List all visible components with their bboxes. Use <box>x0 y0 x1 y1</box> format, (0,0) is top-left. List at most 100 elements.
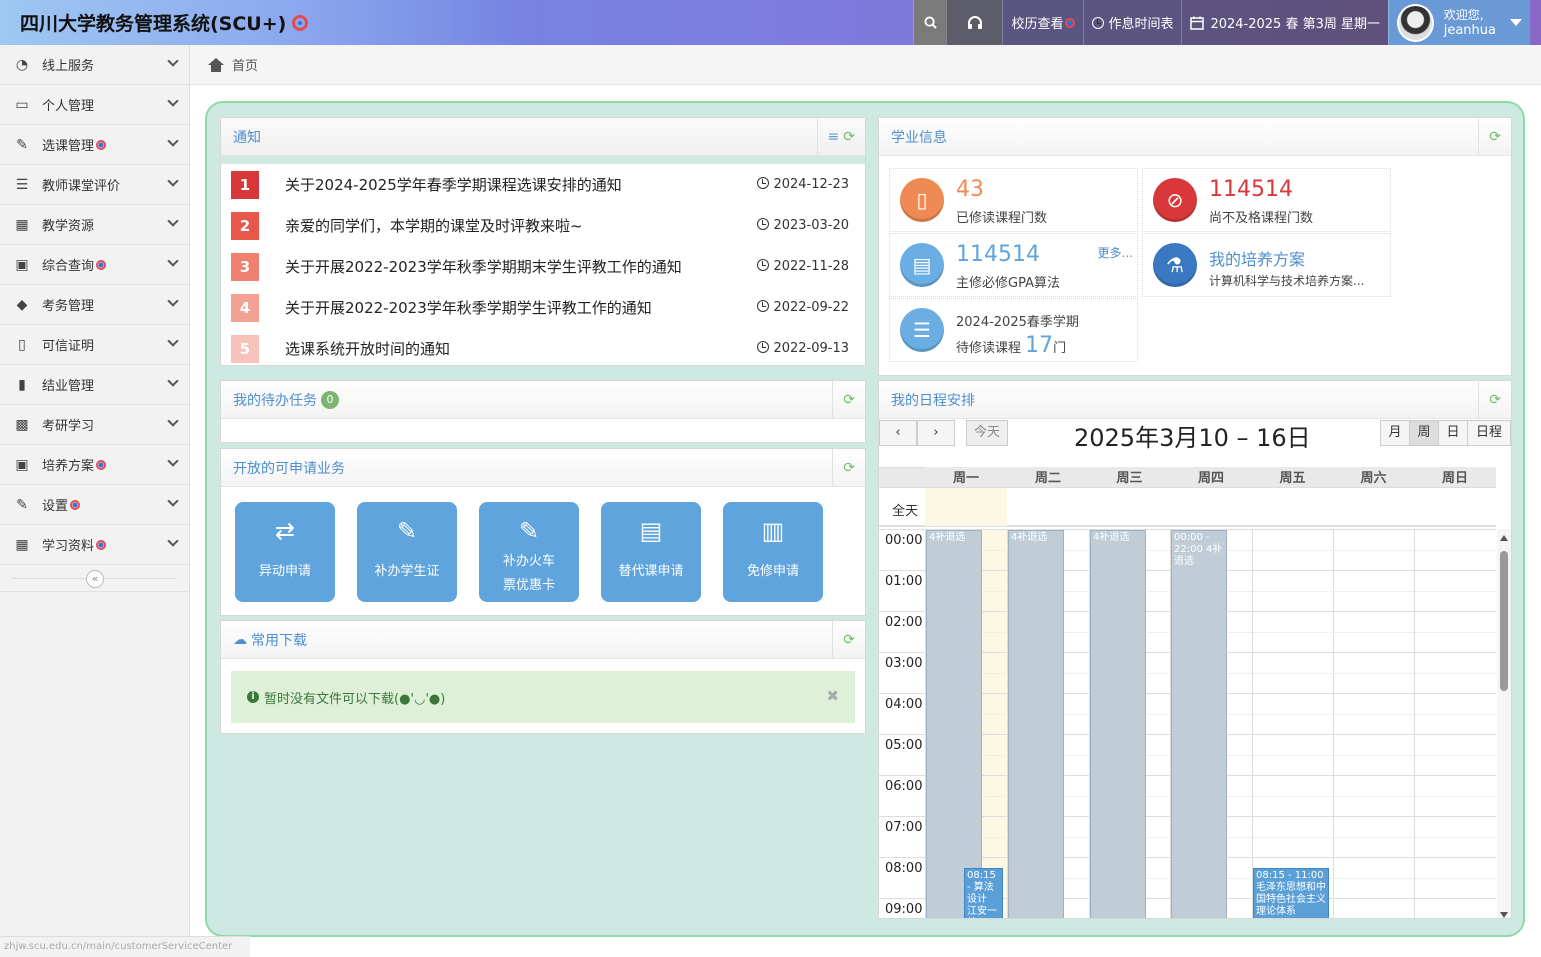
plan-title[interactable]: 我的培养方案 <box>1209 246 1305 270</box>
list-toggle-icon[interactable]: ≡ <box>828 129 840 145</box>
breadcrumb: 首页 <box>190 45 1541 85</box>
view-month-button[interactable]: 月 <box>1380 420 1410 446</box>
dashboard-icon: ◔ <box>15 56 29 73</box>
notice-title[interactable]: 关于2024-2025学年春季学期课程选课安排的通知 <box>285 174 622 195</box>
service-transfer-button[interactable]: ⇄ 异动申请 <box>235 502 335 602</box>
view-day-button[interactable]: 日 <box>1438 420 1468 446</box>
event-text: 4补退选 <box>1011 532 1048 543</box>
search-button[interactable] <box>913 0 947 45</box>
service-substitute-course-button[interactable]: ▤ 替代课申请 <box>601 502 701 602</box>
failed-courses-stat[interactable]: ⊘ 114514 尚不及格课程门数 <box>1142 168 1391 232</box>
service-student-card-button[interactable]: ✎ 补办学生证 <box>357 502 457 602</box>
target-icon <box>96 139 107 150</box>
sidebar-item-settings[interactable]: ✎ 设置 <box>0 485 189 525</box>
notice-item[interactable]: 1 关于2024-2025学年春季学期课程选课安排的通知 2024-12-23 <box>221 164 865 205</box>
sidebar-item-personal[interactable]: ▭ 个人管理 <box>0 85 189 125</box>
day-header: 周四 <box>1170 467 1252 487</box>
sidebar-item-materials[interactable]: ▦ 学习资料 <box>0 525 189 565</box>
notice-item[interactable]: 3 关于开展2022-2023学年秋季学期期末学生评教工作的通知 2022-11… <box>221 246 865 287</box>
view-agenda-button[interactable]: 日程 <box>1467 420 1511 446</box>
refresh-icon[interactable]: ⟳ <box>843 392 855 408</box>
sidebar-item-certificate[interactable]: ▯ 可信证明 <box>0 325 189 365</box>
calendar-scrollbar[interactable] <box>1497 529 1511 918</box>
sidebar-item-query[interactable]: ▣ 综合查询 <box>0 245 189 285</box>
notice-item[interactable]: 2 亲爱的同学们，本学期的课堂及时评教来啦~ 2023-03-20 <box>221 205 865 246</box>
calendar-event[interactable]: 4补退选 <box>1090 530 1146 918</box>
notice-rank: 3 <box>231 252 259 281</box>
class-event[interactable]: 08:15 - 11:00 毛泽东思想和中国特色社会主义理论体系 <box>1253 868 1329 918</box>
calendar-range-title: 2025年3月10 – 16日 <box>1074 424 1311 452</box>
chevron-down-icon <box>167 95 179 107</box>
class-event[interactable]: 08:15 - 算法设计 江安一教 <box>964 868 1003 918</box>
prev-week-button[interactable]: ‹ <box>879 420 917 446</box>
collapse-sidebar-button[interactable]: « <box>86 570 104 588</box>
service-label: 替代课申请 <box>618 564 684 579</box>
sidebar-item-graduation[interactable]: ▮ 结业管理 <box>0 365 189 405</box>
refresh-icon[interactable]: ⟳ <box>1489 392 1501 408</box>
sidebar-item-course-selection[interactable]: ✎ 选课管理 <box>0 125 189 165</box>
today-button[interactable]: 今天 <box>966 420 1008 446</box>
notice-rank: 1 <box>231 170 259 199</box>
scroll-thumb[interactable] <box>1500 551 1508 691</box>
refresh-icon[interactable]: ⟳ <box>843 632 855 648</box>
training-plan-stat[interactable]: ⚗ 我的培养方案 计算机科学与技术培养方案... <box>1142 233 1391 297</box>
notice-item[interactable]: 5 选课系统开放时间的通知 2022-09-13 <box>221 328 865 369</box>
chevron-down-icon <box>167 255 179 267</box>
close-icon[interactable]: ✖ <box>826 687 839 705</box>
view-week-button[interactable]: 周 <box>1409 420 1439 446</box>
scroll-down-icon[interactable] <box>1500 912 1508 918</box>
notice-date: 2022-11-28 <box>757 259 849 274</box>
service-train-card-button[interactable]: ✎ 补办火车 票优惠卡 <box>479 502 579 602</box>
breadcrumb-home[interactable]: 首页 <box>232 55 258 74</box>
sidebar-item-exam[interactable]: ◆ 考务管理 <box>0 285 189 325</box>
refresh-icon[interactable]: ⟳ <box>843 460 855 476</box>
notice-date-text: 2023-03-20 <box>773 218 849 233</box>
sidebar-item-teacher-evaluation[interactable]: ☰ 教师课堂评价 <box>0 165 189 205</box>
user-menu[interactable]: 欢迎您, jeanhua <box>1388 0 1530 45</box>
refresh-icon[interactable]: ⟳ <box>843 129 855 145</box>
calendar-icon: ▦ <box>15 536 29 553</box>
more-link[interactable]: 更多... <box>1098 244 1133 261</box>
calendar-event[interactable]: 4补退选 <box>926 530 982 918</box>
notice-title[interactable]: 关于开展2022-2023学年秋季学期期末学生评教工作的通知 <box>285 256 682 277</box>
school-calendar-link[interactable]: 校历查看 <box>1002 0 1084 45</box>
calendar-event[interactable]: 00:00 - 22:00 4补退选 <box>1171 530 1227 918</box>
chevron-down-icon <box>167 375 179 387</box>
timetable-link[interactable]: 作息时间表 <box>1083 0 1182 45</box>
timetable-label: 作息时间表 <box>1108 17 1174 32</box>
support-button[interactable] <box>946 0 1003 45</box>
event-text: 08:15 - 算法设计 江安一教 <box>967 870 997 917</box>
pending-courses-stat[interactable]: ☰ 2024-2025春季学期 待修读课程 17门 <box>889 298 1138 362</box>
notice-title[interactable]: 选课系统开放时间的通知 <box>285 338 450 359</box>
scroll-up-icon[interactable] <box>1500 535 1508 541</box>
sidebar-item-postgrad[interactable]: ▩ 考研学习 <box>0 405 189 445</box>
sidebar-item-training-plan[interactable]: ▣ 培养方案 <box>0 445 189 485</box>
panel-tools: ⟳ <box>832 621 865 659</box>
notice-date-text: 2022-09-13 <box>773 341 849 356</box>
target-icon <box>292 14 309 31</box>
sidebar-item-label: 结业管理 <box>42 379 95 394</box>
service-exemption-button[interactable]: ▥ 免修申请 <box>723 502 823 602</box>
sidebar-item-teaching-resources[interactable]: ▦ 教学资源 <box>0 205 189 245</box>
refresh-icon[interactable]: ⟳ <box>1489 129 1501 145</box>
notice-title[interactable]: 关于开展2022-2023学年秋季学期学生评教工作的通知 <box>285 297 652 318</box>
panel-tools: ≡ ⟳ <box>816 118 865 156</box>
app-brand[interactable]: 四川大学教务管理系统(SCU+) <box>0 0 520 45</box>
completed-courses-stat[interactable]: ▯ 43 已修读课程门数 <box>889 168 1138 232</box>
chevron-down-icon <box>167 135 179 147</box>
home-icon[interactable] <box>208 57 224 72</box>
sidebar-item-online-service[interactable]: ◔ 线上服务 <box>0 45 189 85</box>
sidebar-item-label: 可信证明 <box>42 339 95 354</box>
top-bar: 四川大学教务管理系统(SCU+) 校历查看 作息时间表 2024-2025 春 … <box>0 0 1541 45</box>
gpa-stat[interactable]: ▤ 114514 主修必修GPA算法 更多... <box>889 233 1138 297</box>
hour-label: 00:00 <box>885 533 923 548</box>
gpa-label: 主修必修GPA算法 <box>956 276 1060 291</box>
term-week-display[interactable]: 2024-2025 春 第3周 星期一 <box>1181 0 1388 45</box>
todo-count-badge: 0 <box>321 390 339 409</box>
calendar-event[interactable]: 4补退选 <box>1008 530 1064 918</box>
chevron-down-icon <box>167 335 179 347</box>
notice-title[interactable]: 亲爱的同学们，本学期的课堂及时评教来啦~ <box>285 215 583 236</box>
notice-item[interactable]: 4 关于开展2022-2023学年秋季学期学生评教工作的通知 2022-09-2… <box>221 287 865 328</box>
next-week-button[interactable]: › <box>917 420 955 446</box>
exchange-icon: ⇄ <box>274 517 296 545</box>
